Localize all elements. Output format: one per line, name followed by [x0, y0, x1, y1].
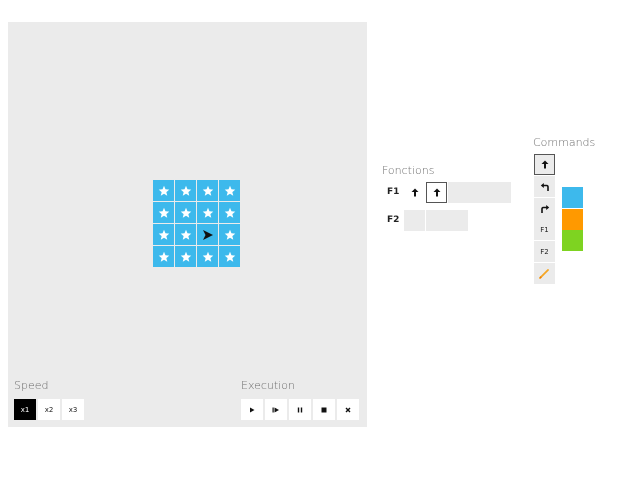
command-f1[interactable]: F1: [534, 219, 555, 240]
star-icon: [224, 229, 236, 241]
close-icon: [345, 407, 351, 412]
board-cell: [153, 180, 174, 201]
star-icon: [158, 207, 170, 219]
command-f2[interactable]: F2: [534, 241, 555, 262]
play-button[interactable]: [241, 399, 263, 420]
board-cell: [153, 202, 174, 223]
star-icon: [224, 207, 236, 219]
stop-icon: [321, 407, 327, 412]
f1-slot-2[interactable]: [426, 182, 447, 203]
function-f1-label: F1: [387, 187, 400, 197]
board-cell: [153, 246, 174, 267]
star-icon: [202, 251, 214, 263]
pause-icon: [297, 407, 303, 412]
star-icon: [224, 251, 236, 263]
command-forward[interactable]: [534, 154, 555, 175]
board-cell: [175, 224, 196, 245]
star-icon: [158, 185, 170, 197]
speed-title: Speed: [14, 379, 49, 392]
pencil-icon: [539, 269, 549, 279]
board-cell: [197, 180, 218, 201]
board-cell: [197, 202, 218, 223]
star-icon: [158, 251, 170, 263]
robot-arrow-icon: [202, 229, 214, 241]
star-icon: [202, 207, 214, 219]
board-cell: [175, 246, 196, 267]
turn-left-icon: [540, 182, 549, 191]
board-cell: [197, 246, 218, 267]
speed-x3-button[interactable]: x3: [62, 399, 84, 420]
speed-x2-button[interactable]: x2: [38, 399, 60, 420]
f2-slot-1[interactable]: [404, 210, 425, 231]
functions-title: Fonctions: [382, 164, 435, 177]
f1-slot-4[interactable]: [469, 182, 490, 203]
f2-slot-3[interactable]: [447, 210, 468, 231]
command-turn-left[interactable]: [534, 176, 555, 197]
board-cell: [175, 202, 196, 223]
arrow-up-icon: [433, 188, 440, 197]
f2-slot-2[interactable]: [426, 210, 447, 231]
game-area: Speed x1 x2 x3 Execution: [8, 22, 367, 427]
star-icon: [180, 207, 192, 219]
board-cell: [197, 224, 218, 245]
commands-title: Commands: [533, 136, 596, 149]
arrow-up-icon: [541, 160, 548, 169]
game-board: [153, 180, 240, 267]
f1-slot-5[interactable]: [490, 182, 511, 203]
turn-right-icon: [540, 204, 549, 213]
play-icon: [250, 407, 255, 412]
f1-slot-1[interactable]: [404, 182, 425, 203]
color-orange-swatch[interactable]: [562, 209, 583, 230]
step-button[interactable]: [265, 399, 287, 420]
pause-button[interactable]: [289, 399, 311, 420]
command-paint[interactable]: [534, 263, 555, 284]
star-icon: [202, 185, 214, 197]
speed-x1-button[interactable]: x1: [14, 399, 36, 420]
board-cell: [219, 180, 240, 201]
star-icon: [158, 229, 170, 241]
star-icon: [180, 185, 192, 197]
board-cell: [219, 246, 240, 267]
board-cell: [219, 202, 240, 223]
step-icon: [272, 407, 279, 412]
color-blue-swatch[interactable]: [562, 187, 583, 208]
function-f2-label: F2: [387, 215, 400, 225]
board-cell: [153, 224, 174, 245]
board-cell: [219, 224, 240, 245]
command-turn-right[interactable]: [534, 198, 555, 219]
board-cell: [175, 180, 196, 201]
color-green-swatch[interactable]: [562, 230, 583, 251]
clear-button[interactable]: [337, 399, 359, 420]
star-icon: [180, 229, 192, 241]
arrow-up-icon: [411, 188, 418, 197]
execution-title: Execution: [241, 379, 295, 392]
stop-button[interactable]: [313, 399, 335, 420]
star-icon: [180, 251, 192, 263]
f1-slot-3[interactable]: [448, 182, 469, 203]
star-icon: [224, 185, 236, 197]
